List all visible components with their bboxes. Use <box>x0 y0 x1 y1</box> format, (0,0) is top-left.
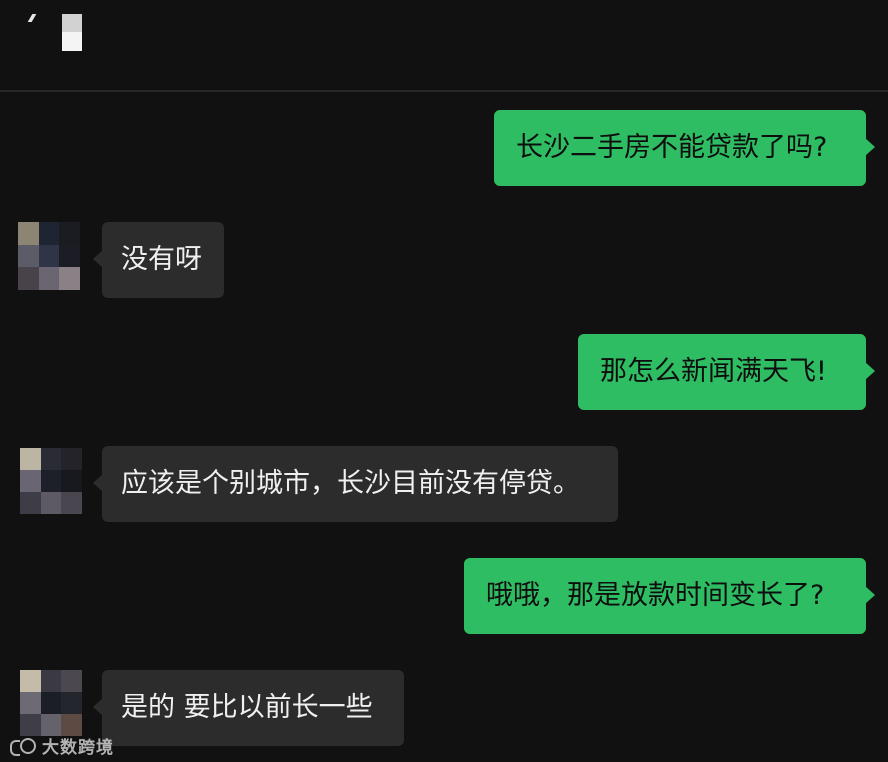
outgoing-message-bubble[interactable]: 哦哦，那是放款时间变长了? <box>464 558 875 634</box>
message-text: 没有呀 <box>121 244 202 275</box>
header-divider <box>0 90 888 92</box>
message-text: 那怎么新闻满天飞! <box>600 356 827 387</box>
contact-avatar[interactable] <box>18 222 80 290</box>
incoming-message-bubble[interactable]: 应该是个别城市，长沙目前没有停贷。 <box>93 446 618 522</box>
outgoing-message-bubble[interactable]: 那怎么新闻满天飞! <box>578 334 875 410</box>
contact-avatar[interactable] <box>20 670 82 736</box>
message-text: 是的 要比以前长一些 <box>121 692 373 723</box>
outgoing-message-bubble[interactable]: 长沙二手房不能贷款了吗? <box>494 110 875 186</box>
message-text: 应该是个别城市，长沙目前没有停贷。 <box>121 468 580 499</box>
watermark: 大数跨境 <box>8 732 114 758</box>
incoming-message-bubble[interactable]: 是的 要比以前长一些 <box>93 670 404 746</box>
incoming-message-bubble[interactable]: 没有呀 <box>93 222 224 298</box>
back-arrow-icon[interactable] <box>27 14 37 22</box>
logo-icon <box>8 734 38 756</box>
chat-header <box>0 0 888 90</box>
contact-name-redacted <box>62 14 82 51</box>
message-text: 哦哦，那是放款时间变长了? <box>486 580 825 611</box>
contact-avatar[interactable] <box>20 448 82 514</box>
message-text: 长沙二手房不能贷款了吗? <box>516 132 828 163</box>
watermark-text: 大数跨境 <box>42 737 114 758</box>
